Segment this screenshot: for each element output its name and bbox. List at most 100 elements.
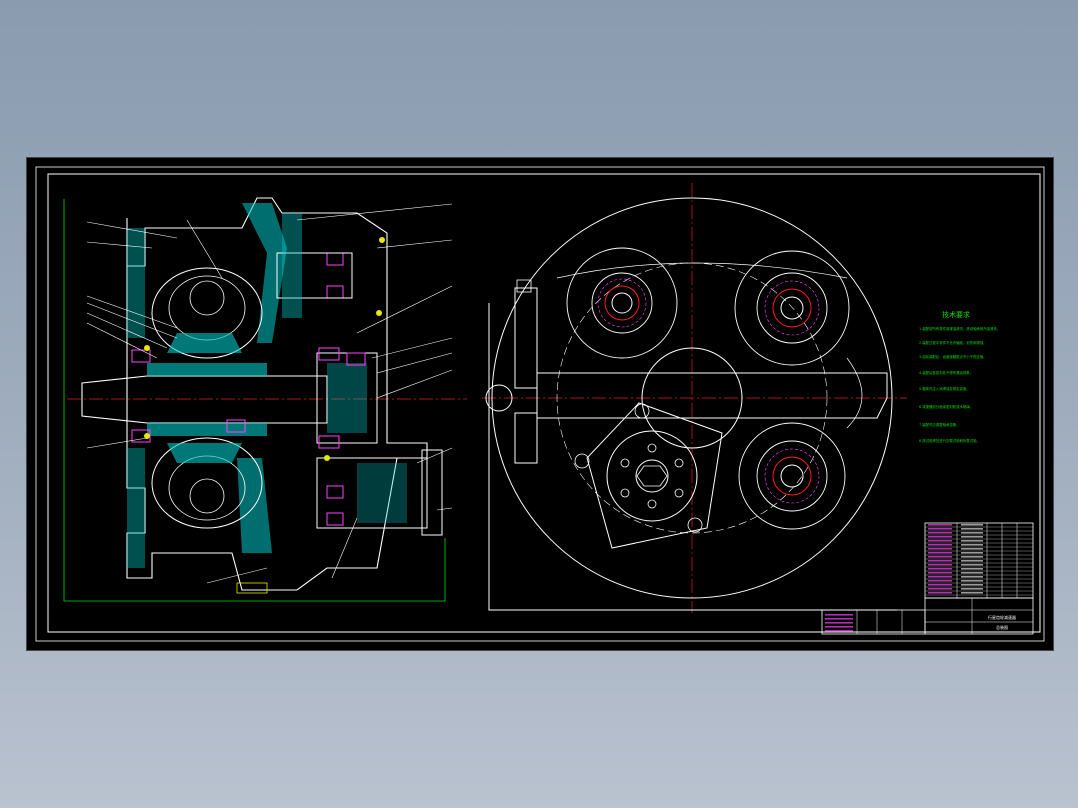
tech-note-line: 3.齿轮装配后，齿面接触斑点不小于规定值。 bbox=[919, 354, 987, 359]
planet-flange bbox=[756, 272, 828, 344]
bearing bbox=[326, 512, 344, 526]
parts-row-text-mark bbox=[928, 576, 952, 578]
parts-row-text-mark bbox=[961, 560, 983, 562]
left-bracket bbox=[514, 287, 538, 389]
shaft-hatch-2 bbox=[147, 423, 267, 436]
outer-border bbox=[35, 166, 1045, 642]
lower-core bbox=[189, 478, 225, 514]
parts-row-text-mark bbox=[928, 592, 952, 594]
parts-row-text-mark bbox=[928, 536, 952, 538]
parts-row-text-mark bbox=[961, 540, 983, 542]
title-block: 行星齿轮减速器 总装图 bbox=[924, 597, 1034, 635]
lower-turbine bbox=[168, 455, 246, 521]
leader bbox=[86, 437, 148, 449]
parts-row-text-mark bbox=[961, 536, 983, 538]
parts-row-text-mark bbox=[928, 524, 952, 526]
bearing bbox=[326, 252, 344, 266]
parts-row-text-mark bbox=[961, 572, 983, 574]
leader bbox=[376, 352, 453, 374]
parts-row-text-mark bbox=[928, 572, 952, 574]
planet-bearing bbox=[772, 288, 812, 328]
parts-row-text-mark bbox=[961, 580, 983, 582]
bolt-hole bbox=[620, 488, 630, 498]
parts-row-text-mark bbox=[961, 576, 983, 578]
lower-blade-hatch bbox=[167, 443, 242, 463]
planet-upper-right bbox=[734, 250, 850, 366]
upper-turbine bbox=[168, 275, 246, 341]
tech-note-line: 5.箱体内注入润滑油至规定高度。 bbox=[919, 386, 970, 391]
bearing bbox=[326, 485, 344, 499]
shaft-hatch-1 bbox=[147, 363, 267, 376]
planet-lower-right bbox=[738, 422, 846, 530]
parts-row-text-mark bbox=[928, 568, 952, 570]
tech-notes-title: 技术要求 bbox=[942, 310, 970, 319]
bolt-hole bbox=[620, 458, 630, 468]
parts-row-text-mark bbox=[961, 528, 983, 530]
revision-block bbox=[821, 609, 926, 635]
cad-drawing-sheet[interactable]: 技术要求 1.装配前所有零件用煤油清洗，滚动轴承用汽油清洗。 2.装配过程中零件… bbox=[26, 157, 1054, 651]
tech-note-line: 6.减速器剖分面涂密封胶或水玻璃。 bbox=[919, 404, 973, 409]
bearing bbox=[318, 347, 340, 361]
upper-core bbox=[189, 280, 225, 316]
flange-left bbox=[127, 228, 145, 338]
parts-row-text-mark bbox=[961, 568, 983, 570]
upper-gear-hatch bbox=[282, 213, 302, 318]
bolt-hole bbox=[634, 403, 650, 419]
planet-bore bbox=[780, 296, 804, 320]
left-block bbox=[514, 412, 538, 464]
revision-rows bbox=[825, 614, 853, 632]
bolt-hole bbox=[647, 499, 657, 509]
title-block-name: 行星齿轮减速器 bbox=[988, 614, 1016, 620]
bolt-hole bbox=[574, 453, 590, 469]
carrier-arc bbox=[556, 262, 848, 279]
marker bbox=[324, 455, 330, 461]
parts-row-text-mark bbox=[928, 532, 952, 534]
leader bbox=[331, 517, 358, 579]
tech-note-line: 1.装配前所有零件用煤油清洗，滚动轴承用汽油清洗。 bbox=[919, 326, 1000, 331]
flange-left-lower bbox=[127, 448, 145, 568]
parts-row-text-mark bbox=[961, 532, 983, 534]
planet-flange bbox=[756, 440, 828, 512]
leader bbox=[296, 203, 453, 221]
revision-row-text-mark bbox=[825, 630, 853, 632]
revision-row-text-mark bbox=[825, 622, 853, 624]
bearing bbox=[326, 285, 344, 299]
marker bbox=[376, 310, 382, 316]
parts-row-text-mark bbox=[928, 564, 952, 566]
parts-row-text-mark bbox=[961, 588, 983, 590]
housing-wall-top bbox=[242, 203, 287, 343]
tech-note-line: 8.按试验规范进行空载试验和负载试验。 bbox=[919, 438, 980, 443]
leader bbox=[376, 369, 453, 399]
planet-bore bbox=[780, 464, 804, 488]
inner-border bbox=[47, 173, 1041, 633]
parts-row-text-mark bbox=[961, 584, 983, 586]
parts-row-text-mark bbox=[961, 524, 983, 526]
parts-row-text-mark bbox=[961, 556, 983, 558]
cover-bore bbox=[635, 459, 669, 493]
marker bbox=[379, 237, 385, 243]
leader bbox=[371, 337, 453, 359]
cad-canvas[interactable]: 技术要求 1.装配前所有零件用煤油清洗，滚动轴承用汽油清洗。 2.装配过程中零件… bbox=[27, 158, 1053, 650]
parts-row-text-mark bbox=[928, 556, 952, 558]
leader bbox=[356, 285, 453, 334]
planet-bearing bbox=[604, 285, 640, 321]
parts-row-text-mark bbox=[961, 592, 983, 594]
lower-gear-hatch bbox=[357, 463, 407, 523]
parts-row-text-mark bbox=[928, 540, 952, 542]
bolt-hole bbox=[687, 517, 703, 533]
parts-row-text-mark bbox=[928, 544, 952, 546]
revision-row-text-mark bbox=[825, 618, 853, 620]
leader bbox=[436, 507, 453, 511]
cover-nut bbox=[636, 465, 668, 487]
section-view bbox=[63, 197, 467, 602]
parts-row-text-mark bbox=[961, 552, 983, 554]
technical-requirements: 技术要求 1.装配前所有零件用煤油清洗，滚动轴承用汽油清洗。 2.装配过程中零件… bbox=[919, 310, 1000, 443]
tech-note-line: 7.装配时应调整轴承游隙。 bbox=[919, 422, 960, 427]
cover-flange bbox=[606, 430, 698, 522]
input-shaft bbox=[81, 375, 328, 424]
bolt-hole bbox=[647, 443, 657, 453]
marker bbox=[144, 345, 150, 351]
parts-row-text-mark bbox=[928, 584, 952, 586]
parts-row-text-mark bbox=[928, 548, 952, 550]
planet-upper-left bbox=[566, 247, 678, 359]
